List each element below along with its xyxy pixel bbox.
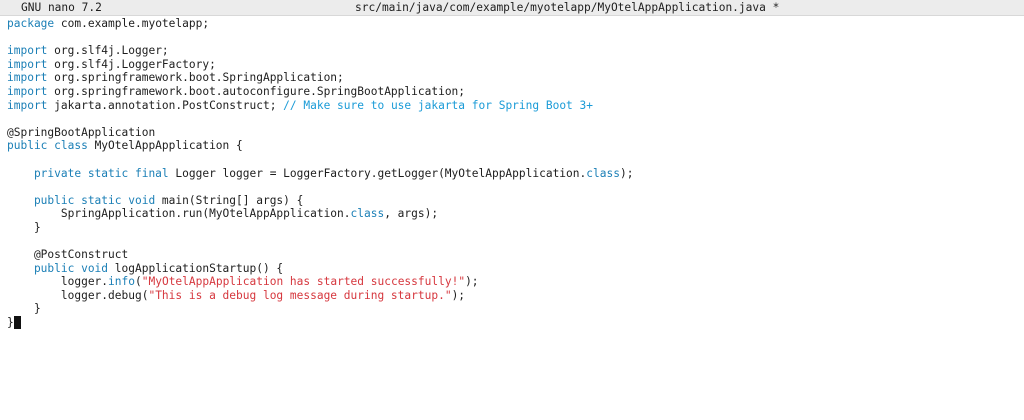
code-text: }	[7, 316, 14, 330]
code-string: "MyOtelAppApplication has started succes…	[141, 275, 466, 289]
file-path-label: src/main/java/com/example/myotelapp/MyOt…	[355, 1, 780, 14]
code-text: @SpringBootApplication	[7, 125, 156, 139]
nano-title-bar: GNU nano 7.2 src/main/java/com/example/m…	[0, 0, 1024, 16]
code-line[interactable]: }	[7, 302, 1017, 316]
code-line[interactable]: import jakarta.annotation.PostConstruct;…	[7, 99, 1017, 113]
code-keyword: info	[108, 275, 135, 289]
code-keyword: public static void	[7, 193, 156, 207]
code-text: logApplicationStartup() {	[108, 261, 284, 275]
code-text: }	[7, 220, 41, 234]
code-text: org.slf4j.LoggerFactory;	[47, 57, 216, 71]
code-keyword: public void	[7, 261, 109, 275]
code-keyword: import	[7, 57, 48, 71]
code-line[interactable]: public class MyOtelAppApplication {	[7, 139, 1017, 153]
code-string: "This is a debug log message during star…	[148, 288, 452, 302]
code-text: org.springframework.boot.autoconfigure.S…	[47, 84, 466, 98]
code-line[interactable]: import org.springframework.boot.autoconf…	[7, 85, 1017, 99]
code-line[interactable]: @PostConstruct	[7, 248, 1017, 262]
code-text: , args);	[384, 207, 439, 221]
code-text: MyOtelAppApplication {	[87, 139, 243, 153]
code-text: org.slf4j.Logger;	[47, 44, 169, 58]
code-keyword: class	[586, 166, 620, 180]
code-keyword: import	[7, 71, 48, 85]
code-text: @PostConstruct	[7, 248, 129, 262]
code-line[interactable]: public void logApplicationStartup() {	[7, 262, 1017, 276]
terminal-window[interactable]: GNU nano 7.2 src/main/java/com/example/m…	[0, 0, 1024, 420]
code-text: SpringApplication.run(MyOtelAppApplicati…	[7, 207, 351, 221]
code-line[interactable]: private static final Logger logger = Log…	[7, 167, 1017, 181]
code-keyword: class	[350, 207, 385, 221]
editor-version-label: GNU nano 7.2	[21, 1, 102, 14]
code-text: main(String[] args) {	[155, 193, 304, 207]
code-line[interactable]	[7, 235, 1017, 249]
code-line[interactable]: logger.info("MyOtelAppApplication has st…	[7, 275, 1017, 289]
code-keyword: import	[7, 44, 48, 58]
code-line[interactable]	[7, 31, 1017, 45]
code-line[interactable]	[7, 112, 1017, 126]
code-line[interactable]: import org.slf4j.Logger;	[7, 44, 1017, 58]
code-line[interactable]: logger.debug("This is a debug log messag…	[7, 289, 1017, 303]
code-text: }	[7, 302, 41, 316]
code-line[interactable]: package com.example.myotelapp;	[7, 17, 1017, 31]
code-text: );	[465, 275, 479, 289]
code-line[interactable]: @SpringBootApplication	[7, 126, 1017, 140]
code-editor-area[interactable]: package com.example.myotelapp; import org…	[7, 17, 1017, 417]
code-line[interactable]: public static void main(String[] args) {	[7, 194, 1017, 208]
code-line[interactable]: import org.slf4j.LoggerFactory;	[7, 58, 1017, 72]
code-keyword: public class	[7, 139, 88, 153]
code-comment: // Make sure to use jakarta for Spring B…	[283, 98, 594, 112]
code-line[interactable]: SpringApplication.run(MyOtelAppApplicati…	[7, 207, 1017, 221]
code-keyword: import	[7, 84, 48, 98]
code-text: );	[451, 288, 466, 302]
code-text: Logger logger = LoggerFactory.getLogger(…	[168, 166, 587, 180]
code-line[interactable]: import org.springframework.boot.SpringAp…	[7, 71, 1017, 85]
code-text: jakarta.annotation.PostConstruct;	[47, 98, 284, 112]
code-keyword: package	[7, 17, 55, 30]
code-text: org.springframework.boot.SpringApplicati…	[47, 71, 344, 85]
code-text: (	[135, 275, 142, 289]
code-keyword: import	[7, 98, 48, 112]
code-line[interactable]: }	[7, 316, 1017, 330]
code-text: logger.debug(	[7, 288, 149, 302]
text-cursor	[13, 316, 21, 330]
code-line[interactable]	[7, 180, 1017, 194]
code-text: com.example.myotelapp;	[54, 17, 210, 30]
code-line[interactable]: }	[7, 221, 1017, 235]
code-text: logger.	[7, 275, 109, 289]
code-text: );	[619, 166, 634, 180]
code-keyword: private static final	[7, 166, 169, 180]
code-line[interactable]	[7, 153, 1017, 167]
